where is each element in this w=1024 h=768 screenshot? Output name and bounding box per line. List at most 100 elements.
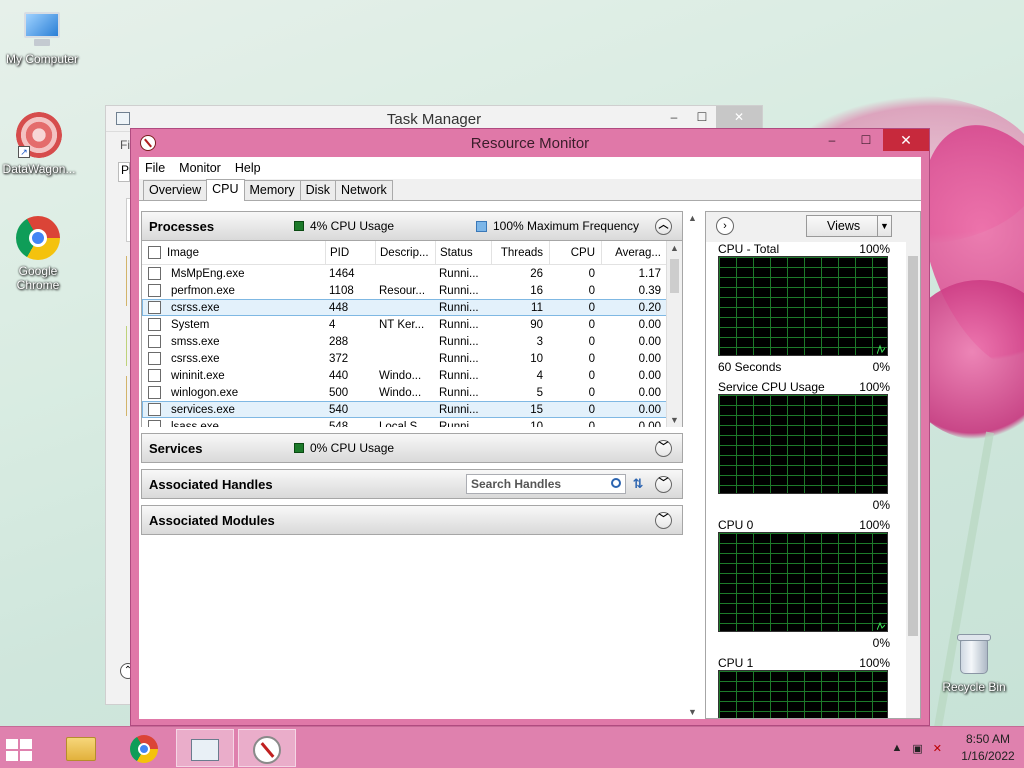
resource-monitor-titlebar[interactable]: Resource Monitor – ☐ ✕ <box>131 129 929 157</box>
process-row[interactable]: perfmon.exe 1108 Resour... Runni... 16 0 0.39 <box>142 282 682 299</box>
taskbar-chrome[interactable] <box>114 729 172 767</box>
column-header-description[interactable]: Descrip... <box>375 241 435 265</box>
graphs-scrollbar[interactable] <box>906 242 920 718</box>
scroll-up-icon[interactable]: ▲ <box>670 243 679 253</box>
modules-header[interactable]: Associated Modules ﹀ <box>141 505 683 535</box>
handles-header[interactable]: Associated Handles Search Handles ⇅ ﹀ <box>141 469 683 499</box>
task-manager-tab-processes[interactable]: Pr <box>118 162 133 182</box>
process-threads: 4 <box>536 369 543 382</box>
maximize-button[interactable]: ☐ <box>849 129 883 151</box>
row-checkbox[interactable] <box>148 335 161 348</box>
maximize-button[interactable]: ☐ <box>688 106 716 128</box>
scroll-thumb[interactable] <box>908 256 918 636</box>
row-checkbox[interactable] <box>148 284 161 297</box>
scroll-thumb[interactable] <box>670 259 679 293</box>
clock-date: 1/16/2022 <box>961 749 1015 763</box>
taskbar-file-explorer[interactable] <box>52 729 110 767</box>
cpu-usage-text: 4% CPU Usage <box>310 219 395 233</box>
row-checkbox[interactable] <box>148 352 161 365</box>
menu-file[interactable]: File <box>145 161 165 175</box>
column-header-average-cpu[interactable]: Averag... <box>601 241 665 265</box>
volume-muted-icon[interactable]: ✕ <box>933 742 942 755</box>
row-checkbox[interactable] <box>148 386 161 399</box>
select-all-checkbox[interactable] <box>148 246 161 259</box>
row-checkbox[interactable] <box>148 369 161 382</box>
clock[interactable]: 8:50 AM 1/16/2022 <box>952 731 1024 765</box>
process-row[interactable]: csrss.exe 372 Runni... 10 0 0.00 <box>142 350 682 367</box>
graph-max: 100% <box>859 242 890 256</box>
column-header-pid[interactable]: PID <box>325 241 375 265</box>
process-row[interactable]: System 4 NT Ker... Runni... 90 0 0.00 <box>142 316 682 333</box>
left-pane-scrollbar[interactable]: ▲ ▼ <box>685 211 699 719</box>
graphs-pane: › Views ▼ CPU - Total 100% 60 Seconds 0% <box>705 211 921 719</box>
tab-network[interactable]: Network <box>334 180 393 200</box>
process-average-cpu: 1.17 <box>638 267 661 280</box>
row-checkbox[interactable] <box>148 318 161 331</box>
tab-overview[interactable]: Overview <box>143 180 208 200</box>
views-dropdown[interactable]: Views ▼ <box>806 215 892 237</box>
process-description: Resour... <box>379 284 426 297</box>
taskbar-task-manager[interactable] <box>176 729 234 767</box>
desktop-icon-my-computer[interactable]: My Computer <box>0 12 84 66</box>
processes-header[interactable]: Processes 4% CPU Usage 100% Maximum Freq… <box>141 211 683 241</box>
row-checkbox[interactable] <box>148 267 161 280</box>
desktop-icon-chrome[interactable]: Google Chrome <box>0 216 80 292</box>
process-row[interactable]: wininit.exe 440 Windo... Runni... 4 0 0.00 <box>142 367 682 384</box>
menu-monitor[interactable]: Monitor <box>179 161 221 175</box>
column-header-status[interactable]: Status <box>435 241 491 265</box>
collapse-processes-icon[interactable]: ︿ <box>655 218 672 235</box>
close-button[interactable]: ✕ <box>883 129 929 151</box>
close-button[interactable]: ✕ <box>716 106 762 128</box>
tab-memory[interactable]: Memory <box>243 180 301 200</box>
graph-line <box>877 344 885 354</box>
process-image: System <box>171 318 210 331</box>
scroll-down-icon[interactable]: ▼ <box>670 415 679 425</box>
row-checkbox[interactable] <box>148 403 161 416</box>
process-cpu: 0 <box>588 335 595 348</box>
processes-scrollbar[interactable]: ▲ ▼ <box>666 241 682 427</box>
tab-disk[interactable]: Disk <box>299 180 336 200</box>
process-row[interactable]: winlogon.exe 500 Windo... Runni... 5 0 0.00 <box>142 384 682 401</box>
row-checkbox[interactable] <box>148 420 161 427</box>
desktop-icon-recycle-bin[interactable]: Recycle Bin <box>932 632 1016 694</box>
expand-modules-icon[interactable]: ﹀ <box>655 512 672 529</box>
expand-handles-icon[interactable]: ﹀ <box>655 476 672 493</box>
process-image: winlogon.exe <box>171 386 239 399</box>
minimize-button[interactable]: – <box>815 129 849 151</box>
process-threads: 5 <box>536 386 543 399</box>
column-header-image[interactable]: Image <box>167 247 325 259</box>
search-handles-input[interactable]: Search Handles <box>466 474 626 494</box>
services-header[interactable]: Services 0% CPU Usage ﹀ <box>141 433 683 463</box>
taskbar-resource-monitor[interactable] <box>238 729 296 767</box>
process-cpu: 0 <box>588 386 595 399</box>
collapse-graphs-icon[interactable]: › <box>716 217 734 235</box>
start-button[interactable] <box>0 729 58 767</box>
refresh-search-icon[interactable]: ⇅ <box>628 474 648 494</box>
minimize-button[interactable]: – <box>660 106 688 128</box>
expand-services-icon[interactable]: ﹀ <box>655 440 672 457</box>
resource-monitor-window[interactable]: Resource Monitor – ☐ ✕ File Monitor Help… <box>130 128 930 726</box>
column-header-threads[interactable]: Threads <box>491 241 549 265</box>
show-hidden-icons-icon[interactable]: ▲ <box>891 742 902 754</box>
process-row[interactable]: lsass.exe 548 Local S... Runni... 10 0 0.00 <box>142 418 682 427</box>
task-manager-menu-file[interactable]: Fi <box>120 138 130 152</box>
process-image: perfmon.exe <box>171 284 235 297</box>
row-checkbox[interactable] <box>148 301 161 314</box>
taskbar: ▲ ▣ ✕ 8:50 AM 1/16/2022 <box>0 726 1024 768</box>
process-status: Runni... <box>439 284 479 297</box>
network-icon[interactable]: ▣ <box>912 742 922 755</box>
column-header-cpu[interactable]: CPU <box>549 241 601 265</box>
max-frequency-text: 100% Maximum Frequency <box>493 219 640 233</box>
graph-title: Service CPU Usage <box>718 380 825 394</box>
tab-cpu[interactable]: CPU <box>206 179 245 201</box>
process-row[interactable]: smss.exe 288 Runni... 3 0 0.00 <box>142 333 682 350</box>
process-row[interactable]: MsMpEng.exe 1464 Runni... 26 0 1.17 <box>142 265 682 282</box>
process-row[interactable]: services.exe 540 Runni... 15 0 0.00 <box>142 401 682 418</box>
process-row[interactable]: csrss.exe 448 Runni... 11 0 0.20 <box>142 299 682 316</box>
menu-help[interactable]: Help <box>235 161 261 175</box>
search-icon[interactable] <box>611 478 621 488</box>
scroll-down-icon[interactable]: ▼ <box>688 707 697 717</box>
process-average-cpu: 0.00 <box>638 352 661 365</box>
scroll-up-icon[interactable]: ▲ <box>688 213 697 223</box>
desktop-icon-datawagon[interactable]: ↗ DataWagon... <box>0 112 81 176</box>
